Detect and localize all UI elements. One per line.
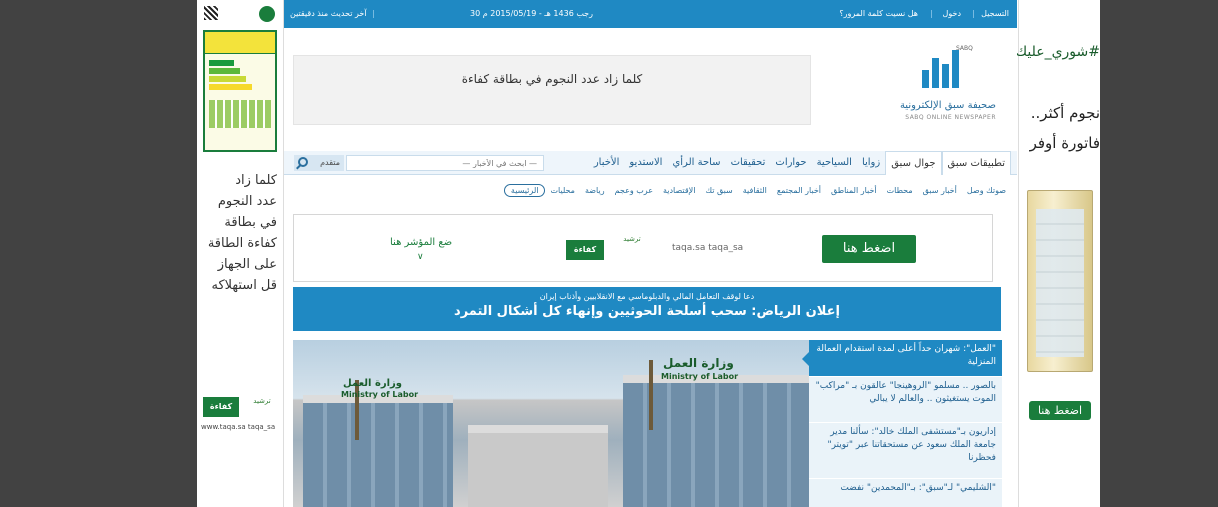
energy-ad-banner[interactable]: اضغط هنا taqa.sa taqa_sa ترشيد كفاءة ضع … [293, 214, 993, 282]
right-ad-button[interactable]: اضغط هنا [1029, 401, 1091, 420]
nav-item-investigations[interactable]: تحقيقات [726, 151, 771, 175]
kafaa-logo: كفاءة [566, 240, 604, 260]
nav-item-studio[interactable]: الاستديو [624, 151, 667, 175]
chevron-down-icon: ∨ [417, 252, 424, 262]
nav-item-opinion[interactable]: ساحة الرأي [667, 151, 725, 175]
register-link[interactable]: التسجيل [981, 9, 1009, 18]
right-ad-hashtag: #شوري_عليك [1015, 44, 1100, 60]
top-bar: التسجيل | دخول | هل نسيت كلمة المرور؟ 30… [284, 0, 1017, 28]
date-label: 30 رجب 1436 هـ - 2015/05/19 م [470, 9, 593, 18]
search-input[interactable] [346, 155, 544, 171]
nav-item-columns[interactable]: زوايا [857, 151, 885, 175]
tarsheed-logo: ترشيد [253, 397, 271, 405]
subnav-item-home[interactable]: الرئيسية [503, 183, 546, 197]
headline-kicker: دعا لوقف التعامل المالي والدبلوماسي مع ا… [539, 292, 755, 301]
advanced-label: متقدم [320, 158, 340, 167]
logo-mark-icon [922, 48, 962, 88]
lead-headline[interactable]: دعا لوقف التعامل المالي والدبلوماسي مع ا… [293, 287, 1001, 331]
photo-sign: Ministry of Labor [341, 390, 419, 399]
news-page: التسجيل | دخول | هل نسيت كلمة المرور؟ 30… [284, 0, 1017, 507]
left-ad-social: www.taqa.sa taqa_sa [201, 423, 276, 431]
energy-label-image [203, 30, 277, 152]
photo-sign: Ministry of Labor [661, 372, 739, 381]
search-area: متقدم [294, 155, 544, 171]
subnav-item-economy[interactable]: الإقتصادية [658, 186, 700, 195]
headline-title[interactable]: إعلان الرياض: سحب أسلحة الحوثيين وإنهاء … [293, 301, 1001, 319]
left-ad-line: عدد النجوم [217, 194, 277, 209]
palm-tree [355, 380, 359, 440]
subnav-item-tech[interactable]: سبق تك [700, 186, 737, 195]
sub-nav: الرئيسية محليات رياضة عرب وعجم الإقتصادي… [503, 181, 1011, 199]
nav-item-tourism[interactable]: السياحية [812, 151, 857, 175]
news-item[interactable]: إداريون بـ"مستشفى الملك خالد": سألنا مدي… [809, 422, 1002, 478]
separator: | [930, 9, 933, 18]
left-ad-line: في بطاقة [224, 215, 277, 230]
subnav-item-sabq-news[interactable]: أخبار سبق [918, 186, 962, 195]
logo-name: صحيفة سبق الإلكترونية [899, 100, 996, 111]
photo-sign: وزارة العمل [343, 378, 402, 389]
qr-code-icon [204, 6, 218, 20]
site-logo[interactable]: SABQ صحيفة سبق الإلكترونية SABQ ONLINE N… [886, 40, 996, 130]
nav-item-apps[interactable]: تطبيقات سبق [941, 151, 1011, 175]
news-list: "العمل": شهران حداً أعلى لمدة استقدام ال… [802, 340, 1002, 507]
right-ad-line: نجوم أكثر.. [1030, 104, 1100, 122]
left-ad-line: قل استهلاكه [211, 278, 277, 293]
main-nav: الأخبار الاستديو ساحة الرأي تحقيقات حوار… [284, 151, 1017, 175]
subnav-item-culture[interactable]: الثقافية [738, 186, 772, 195]
nav-item-interviews[interactable]: حوارات [770, 151, 811, 175]
last-update-label: آخر تحديث منذ دقيقتين [290, 9, 367, 18]
palm-tree [649, 360, 653, 430]
logo-sabq-tag: SABQ [956, 45, 973, 52]
banner-text: كلما زاد عدد النجوم في بطاقة كفاءة [461, 72, 643, 86]
news-item[interactable]: "العمل": شهران حداً أعلى لمدة استقدام ال… [802, 340, 1002, 376]
header-banner-ad[interactable]: كلما زاد عدد النجوم في بطاقة كفاءة [293, 55, 811, 125]
left-ad-line: كلما زاد [235, 173, 277, 188]
refrigerator-image [1027, 190, 1093, 372]
subnav-item-regions[interactable]: أخبار المناطق [826, 186, 882, 195]
lead-photo[interactable]: وزارة العمل Ministry of Labor وزارة العم… [293, 340, 809, 507]
seal-icon [259, 6, 275, 22]
right-ad-line: فاتورة أوفر [1029, 134, 1100, 152]
right-backdrop [1100, 0, 1218, 507]
subnav-item-your-voice[interactable]: صوتك وصل [962, 186, 1011, 195]
news-item[interactable]: "الشليمي" لـ"سبق": بـ"المحمدين" نفضت [809, 478, 1002, 507]
subnav-item-society[interactable]: أخبار المجتمع [772, 186, 826, 195]
left-backdrop [0, 0, 197, 507]
ad-cta-text: ضع المؤشر هنا [390, 237, 453, 248]
separator: | [972, 9, 975, 18]
left-ad-text: كلما زاد عدد النجوم في بطاقة كفاءة الطاق… [205, 170, 277, 296]
search-icon[interactable] [298, 157, 308, 167]
ad-click-button[interactable]: اضغط هنا [822, 235, 916, 263]
building-left [303, 395, 453, 507]
right-skin-ad[interactable]: #شوري_عليك نجوم أكثر.. فاتورة أوفر اضغط … [1016, 0, 1100, 507]
left-skin-ad[interactable]: كلما زاد عدد النجوم في بطاقة كفاءة الطاق… [197, 0, 284, 507]
left-ad-line: كفاءة الطاقة [207, 236, 277, 251]
tarsheed-logo: ترشيد [623, 235, 641, 243]
subnav-item-local[interactable]: محليات [545, 186, 579, 195]
left-ad-line: على الجهاز [217, 257, 277, 272]
left-ad-logos: كفاءة ترشيد [203, 395, 279, 419]
separator: | [372, 9, 375, 18]
logo-english: SABQ ONLINE NEWSPAPER [905, 114, 996, 121]
news-item[interactable]: بالصور .. مسلمو "الروهينجا" عالقون بـ "م… [809, 376, 1002, 422]
advanced-search-button[interactable]: متقدم [294, 155, 344, 171]
kafaa-logo: كفاءة [203, 397, 239, 417]
nav-item-mobile[interactable]: جوال سبق [885, 151, 942, 175]
login-link[interactable]: دخول [943, 9, 961, 18]
subnav-item-world[interactable]: عرب وعجم [610, 186, 658, 195]
ad-social-handles: taqa.sa taqa_sa [672, 243, 744, 253]
photo-sign: وزارة العمل [663, 356, 734, 370]
subnav-item-stations[interactable]: محطات [882, 186, 918, 195]
forgot-password-link[interactable]: هل نسيت كلمة المرور؟ [839, 9, 918, 18]
building-middle [468, 425, 608, 507]
subnav-item-sports[interactable]: رياضة [580, 186, 610, 195]
nav-item-news[interactable]: الأخبار [589, 151, 625, 175]
